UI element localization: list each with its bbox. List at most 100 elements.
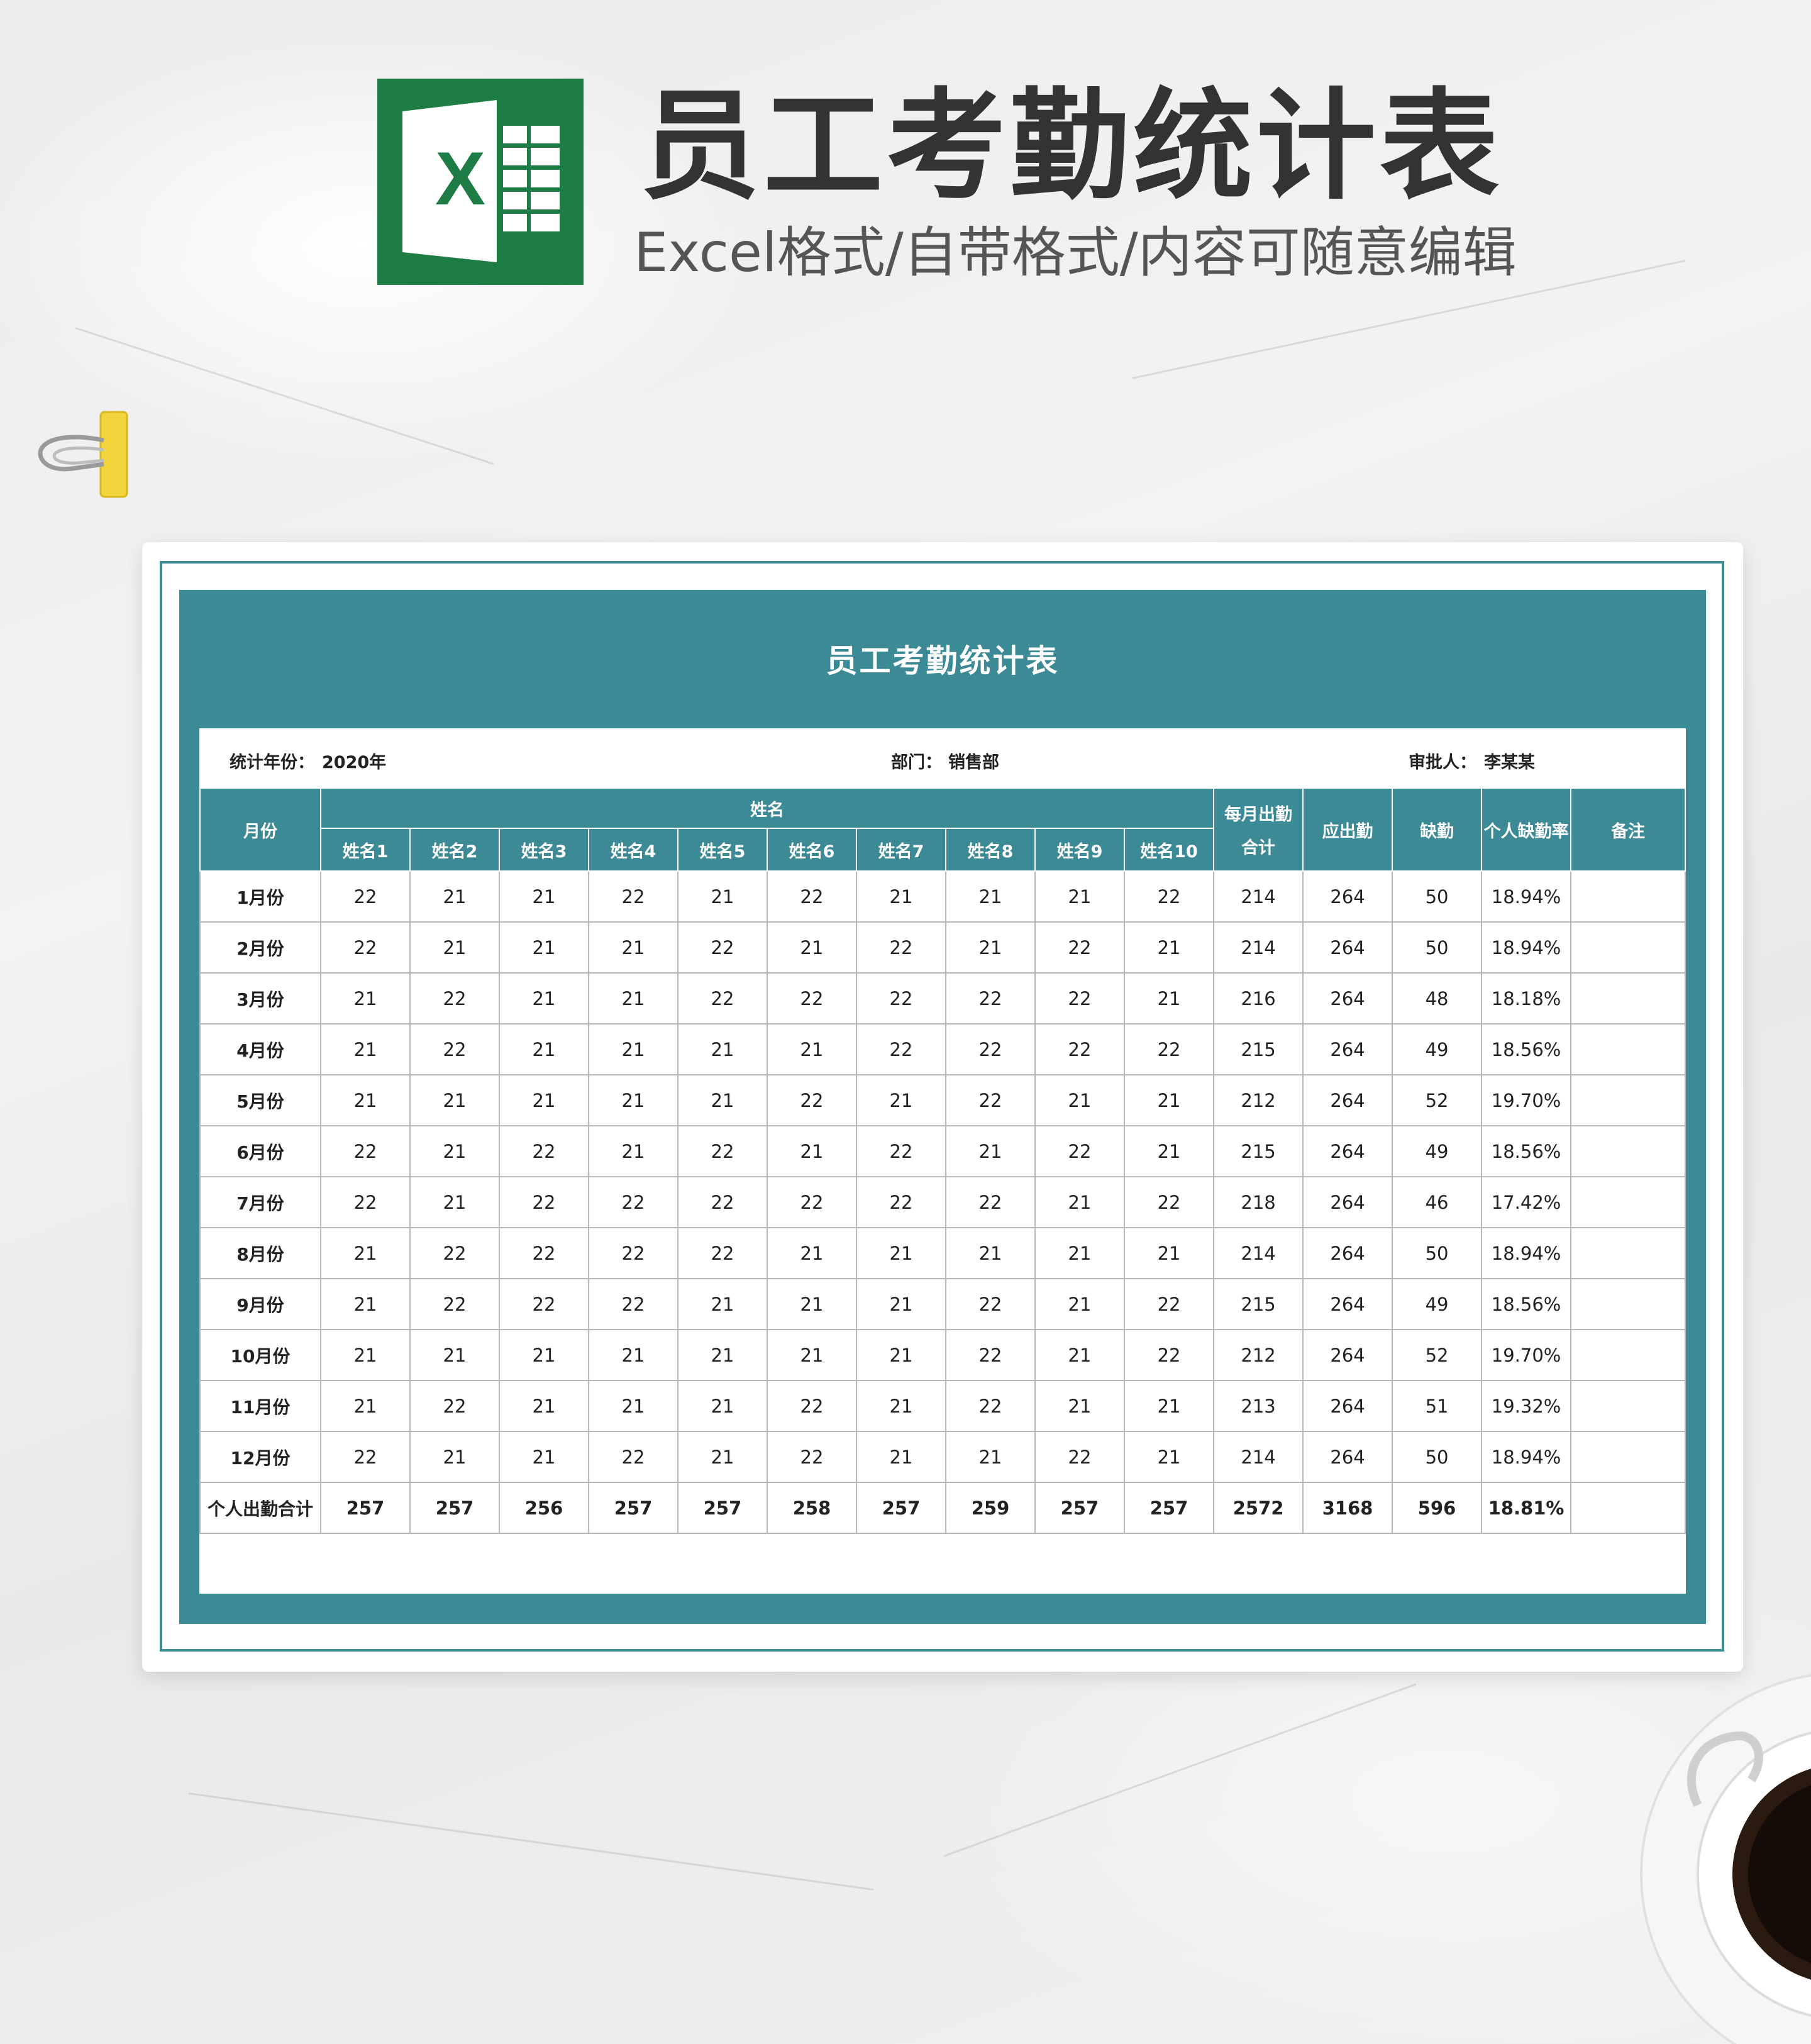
attendance-cell[interactable]: 22: [856, 1023, 946, 1075]
attendance-cell[interactable]: 22: [409, 1380, 500, 1432]
attendance-cell[interactable]: 22: [1034, 1125, 1125, 1177]
attendance-cell[interactable]: 21: [1123, 1431, 1215, 1483]
attendance-cell[interactable]: 22: [1123, 1329, 1215, 1381]
attendance-cell[interactable]: 22: [588, 1431, 678, 1483]
monthly-total-cell[interactable]: 212: [1213, 1074, 1304, 1126]
attendance-cell[interactable]: 22: [320, 921, 411, 974]
total-absent-cell[interactable]: 596: [1392, 1482, 1483, 1534]
absent-cell[interactable]: 49: [1392, 1023, 1483, 1075]
attendance-cell[interactable]: 21: [320, 972, 411, 1025]
attendance-cell[interactable]: 21: [767, 1125, 857, 1177]
attendance-cell[interactable]: 21: [1034, 1329, 1125, 1381]
month-cell[interactable]: 8月份: [199, 1227, 321, 1279]
attendance-cell[interactable]: 21: [1123, 1380, 1215, 1432]
attendance-cell[interactable]: 21: [1123, 1227, 1215, 1279]
month-cell[interactable]: 10月份: [199, 1329, 321, 1381]
remark-cell[interactable]: [1570, 1380, 1686, 1432]
month-cell[interactable]: 1月份: [199, 870, 321, 923]
attendance-cell[interactable]: 21: [1123, 921, 1215, 974]
attendance-cell[interactable]: 22: [856, 1176, 946, 1228]
attendance-cell[interactable]: 21: [320, 1278, 411, 1330]
grand-total-cell[interactable]: 2572: [1213, 1482, 1304, 1534]
attendance-cell[interactable]: 21: [677, 1329, 768, 1381]
total-label-cell[interactable]: 个人出勤合计: [199, 1482, 321, 1534]
attendance-cell[interactable]: 21: [409, 1431, 500, 1483]
total-attendance-cell[interactable]: 256: [499, 1482, 589, 1534]
attendance-cell[interactable]: 21: [677, 1380, 768, 1432]
attendance-cell[interactable]: 21: [1034, 1278, 1125, 1330]
absence-rate-cell[interactable]: 17.42%: [1481, 1176, 1572, 1228]
attendance-cell[interactable]: 22: [677, 1125, 768, 1177]
attendance-cell[interactable]: 21: [945, 870, 1036, 923]
attendance-cell[interactable]: 21: [499, 1074, 589, 1126]
attendance-cell[interactable]: 22: [945, 1278, 1036, 1330]
expected-cell[interactable]: 264: [1302, 1074, 1393, 1126]
attendance-cell[interactable]: 22: [1034, 1023, 1125, 1075]
attendance-cell[interactable]: 22: [767, 1074, 857, 1126]
attendance-cell[interactable]: 21: [320, 1329, 411, 1381]
attendance-cell[interactable]: 22: [856, 921, 946, 974]
attendance-cell[interactable]: 22: [499, 1125, 589, 1177]
absence-rate-cell[interactable]: 18.94%: [1481, 921, 1572, 974]
attendance-cell[interactable]: 22: [320, 1431, 411, 1483]
total-attendance-cell[interactable]: 257: [320, 1482, 411, 1534]
attendance-cell[interactable]: 22: [320, 1176, 411, 1228]
attendance-cell[interactable]: 22: [499, 1278, 589, 1330]
attendance-cell[interactable]: 22: [945, 972, 1036, 1025]
remark-cell[interactable]: [1570, 1176, 1686, 1228]
attendance-cell[interactable]: 21: [856, 1227, 946, 1279]
remark-cell[interactable]: [1570, 870, 1686, 923]
total-attendance-cell[interactable]: 257: [588, 1482, 678, 1534]
absence-rate-cell[interactable]: 18.94%: [1481, 870, 1572, 923]
total-attendance-cell[interactable]: 257: [677, 1482, 768, 1534]
attendance-cell[interactable]: 22: [677, 972, 768, 1025]
attendance-cell[interactable]: 21: [856, 1329, 946, 1381]
attendance-cell[interactable]: 21: [499, 1023, 589, 1075]
absence-rate-cell[interactable]: 18.56%: [1481, 1023, 1572, 1075]
absence-rate-cell[interactable]: 18.94%: [1481, 1431, 1572, 1483]
attendance-cell[interactable]: 22: [945, 1329, 1036, 1381]
attendance-cell[interactable]: 21: [320, 1227, 411, 1279]
absent-cell[interactable]: 50: [1392, 1227, 1483, 1279]
attendance-cell[interactable]: 22: [588, 1278, 678, 1330]
remark-cell[interactable]: [1570, 972, 1686, 1025]
expected-cell[interactable]: 264: [1302, 1227, 1393, 1279]
remark-cell[interactable]: [1570, 1125, 1686, 1177]
attendance-cell[interactable]: 22: [945, 1380, 1036, 1432]
monthly-total-cell[interactable]: 215: [1213, 1278, 1304, 1330]
attendance-cell[interactable]: 22: [409, 1278, 500, 1330]
attendance-cell[interactable]: 22: [767, 1380, 857, 1432]
attendance-cell[interactable]: 21: [1123, 1074, 1215, 1126]
remark-cell[interactable]: [1570, 1278, 1686, 1330]
total-absence-rate-cell[interactable]: 18.81%: [1481, 1482, 1572, 1534]
expected-cell[interactable]: 264: [1302, 1125, 1393, 1177]
monthly-total-cell[interactable]: 212: [1213, 1329, 1304, 1381]
attendance-cell[interactable]: 22: [767, 972, 857, 1025]
attendance-cell[interactable]: 21: [856, 870, 946, 923]
monthly-total-cell[interactable]: 215: [1213, 1125, 1304, 1177]
absent-cell[interactable]: 49: [1392, 1125, 1483, 1177]
attendance-cell[interactable]: 22: [1123, 870, 1215, 923]
total-remark-cell[interactable]: [1570, 1482, 1686, 1534]
attendance-cell[interactable]: 21: [499, 1380, 589, 1432]
attendance-cell[interactable]: 21: [499, 1431, 589, 1483]
expected-cell[interactable]: 264: [1302, 1176, 1393, 1228]
absence-rate-cell[interactable]: 19.70%: [1481, 1074, 1572, 1126]
attendance-cell[interactable]: 21: [677, 1431, 768, 1483]
attendance-cell[interactable]: 22: [499, 1227, 589, 1279]
total-attendance-cell[interactable]: 258: [767, 1482, 857, 1534]
monthly-total-cell[interactable]: 215: [1213, 1023, 1304, 1075]
month-cell[interactable]: 3月份: [199, 972, 321, 1025]
attendance-cell[interactable]: 22: [856, 1125, 946, 1177]
total-attendance-cell[interactable]: 257: [1034, 1482, 1125, 1534]
attendance-cell[interactable]: 21: [499, 870, 589, 923]
attendance-cell[interactable]: 22: [320, 870, 411, 923]
attendance-cell[interactable]: 21: [588, 1380, 678, 1432]
absence-rate-cell[interactable]: 18.94%: [1481, 1227, 1572, 1279]
total-expected-cell[interactable]: 3168: [1302, 1482, 1393, 1534]
attendance-cell[interactable]: 22: [1123, 1023, 1215, 1075]
monthly-total-cell[interactable]: 214: [1213, 921, 1304, 974]
attendance-cell[interactable]: 21: [320, 1380, 411, 1432]
remark-cell[interactable]: [1570, 1431, 1686, 1483]
absent-cell[interactable]: 49: [1392, 1278, 1483, 1330]
